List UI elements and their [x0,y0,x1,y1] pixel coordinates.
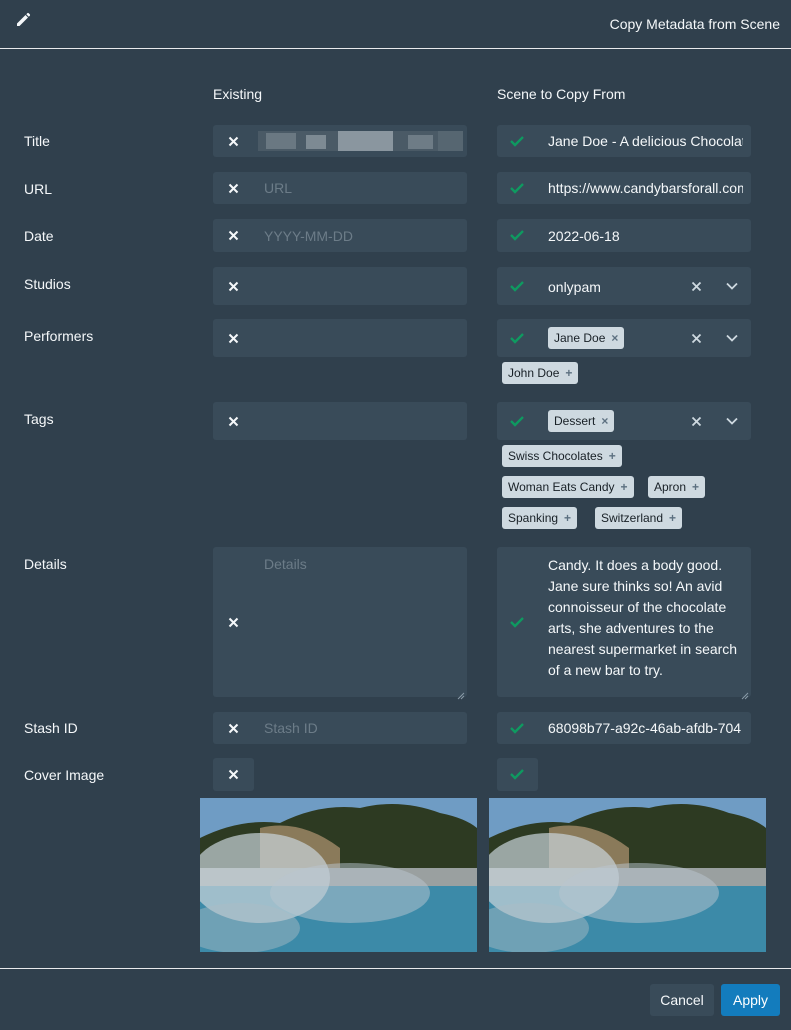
existing-details-textarea[interactable]: Details [213,547,467,700]
source-stash-id-field[interactable]: 68098b77-a92c-46ab-afdb-704 [497,712,751,744]
row-label-details: Details [24,556,67,572]
plus-icon[interactable]: + [669,511,676,525]
resize-handle-icon[interactable] [741,687,749,700]
close-icon[interactable] [225,330,241,346]
row-label-cover-image: Cover Image [24,767,105,783]
source-cover-image [489,798,766,952]
plus-icon[interactable]: + [621,480,628,494]
tag-label: Dessert [554,414,596,428]
tag-label: Swiss Chocolates [508,449,603,463]
chevron-down-icon[interactable] [724,330,740,346]
existing-date-field[interactable]: YYYY-MM-DD [213,219,467,252]
row-label-stash-id: Stash ID [24,720,78,736]
check-icon[interactable] [509,180,525,196]
source-studios-value: onlypam [548,279,601,295]
check-icon[interactable] [509,330,525,346]
selected-tag[interactable]: Dessert × [548,410,615,432]
pencil-icon [15,12,31,33]
apply-button[interactable]: Apply [721,984,780,1016]
plus-icon[interactable]: + [609,449,616,463]
existing-url-field[interactable]: URL [213,172,467,204]
tag-label: Woman Eats Candy [508,480,615,494]
existing-cover-image [200,798,477,952]
check-icon[interactable] [509,614,525,630]
suggested-performer-tag[interactable]: John Doe + [502,362,579,384]
check-icon[interactable] [509,227,525,243]
close-icon[interactable] [225,720,241,736]
existing-title-field[interactable] [213,125,467,157]
check-icon[interactable] [509,413,525,429]
source-details-textarea[interactable]: Candy. It does a body good. Jane sure th… [497,547,751,700]
source-date-value: 2022-06-18 [548,228,620,244]
tag-label: Spanking [508,511,559,525]
close-icon[interactable] [225,278,241,294]
resize-handle-icon[interactable] [457,687,465,700]
existing-studios-field[interactable] [213,267,467,305]
suggested-tag[interactable]: Spanking + [502,507,578,529]
plus-icon[interactable]: + [564,511,571,525]
close-icon[interactable] [225,227,241,243]
source-stash-id-value: 68098b77-a92c-46ab-afdb-704 [548,720,742,736]
check-icon[interactable] [509,278,525,294]
existing-stash-id-placeholder: Stash ID [264,720,318,736]
chevron-down-icon[interactable] [724,278,740,294]
source-title-field[interactable]: Jane Doe - A delicious Chocolate [497,125,751,157]
source-details-value: Candy. It does a body good. Jane sure th… [548,557,738,678]
plus-icon[interactable]: + [692,480,699,494]
redacted-title [258,131,463,151]
column-header-existing: Existing [213,86,263,102]
source-cover-toggle[interactable] [497,758,538,791]
existing-tags-field[interactable] [213,402,467,440]
suggested-tag[interactable]: Switzerland + [595,507,683,529]
check-icon[interactable] [509,133,525,149]
existing-url-placeholder: URL [264,180,293,196]
close-icon[interactable] [225,180,241,196]
column-header-source: Scene to Copy From [497,86,626,102]
close-icon[interactable] [225,614,241,630]
close-icon[interactable] [225,766,241,782]
source-date-field[interactable]: 2022-06-18 [497,219,751,252]
row-label-studios: Studios [24,276,71,292]
plus-icon[interactable]: + [565,366,572,380]
source-studios-select[interactable]: onlypam [497,267,751,305]
suggested-tag[interactable]: Woman Eats Candy + [502,476,634,498]
cancel-button[interactable]: Cancel [650,984,714,1016]
source-performers-select[interactable]: Jane Doe × [497,319,751,357]
suggested-tag[interactable]: Swiss Chocolates + [502,445,622,467]
close-icon[interactable] [225,413,241,429]
source-url-value: https://www.candybarsforall.com [548,180,743,196]
existing-date-placeholder: YYYY-MM-DD [264,228,353,244]
existing-stash-id-field[interactable]: Stash ID [213,712,467,744]
row-label-performers: Performers [24,328,94,344]
selected-performer-tag[interactable]: Jane Doe × [548,327,625,349]
check-icon[interactable] [509,766,525,782]
remove-icon[interactable]: × [601,414,608,428]
remove-icon[interactable]: × [611,331,618,345]
dialog-title: Copy Metadata from Scene [609,16,780,32]
check-icon[interactable] [509,720,525,736]
source-url-field[interactable]: https://www.candybarsforall.com [497,172,751,204]
source-tags-select[interactable]: Dessert × [497,402,751,440]
suggested-tag[interactable]: Apron + [648,476,706,498]
dialog-header: Copy Metadata from Scene [0,0,791,49]
existing-details-placeholder: Details [264,556,307,572]
clear-icon[interactable] [688,278,704,294]
close-icon[interactable] [225,133,241,149]
tag-label: Switzerland [601,511,664,525]
row-label-title: Title [24,133,50,149]
row-label-date: Date [24,228,54,244]
clear-icon[interactable] [688,330,704,346]
source-title-value: Jane Doe - A delicious Chocolate [548,133,743,149]
tag-label: John Doe [508,366,560,380]
tag-label: Apron [654,480,687,494]
dialog-footer: Cancel Apply [0,968,791,1030]
clear-icon[interactable] [688,413,704,429]
tag-label: Jane Doe [554,331,606,345]
existing-cover-toggle[interactable] [213,758,254,791]
chevron-down-icon[interactable] [724,413,740,429]
row-label-tags: Tags [24,411,54,427]
existing-performers-field[interactable] [213,319,467,357]
row-label-url: URL [24,181,53,197]
